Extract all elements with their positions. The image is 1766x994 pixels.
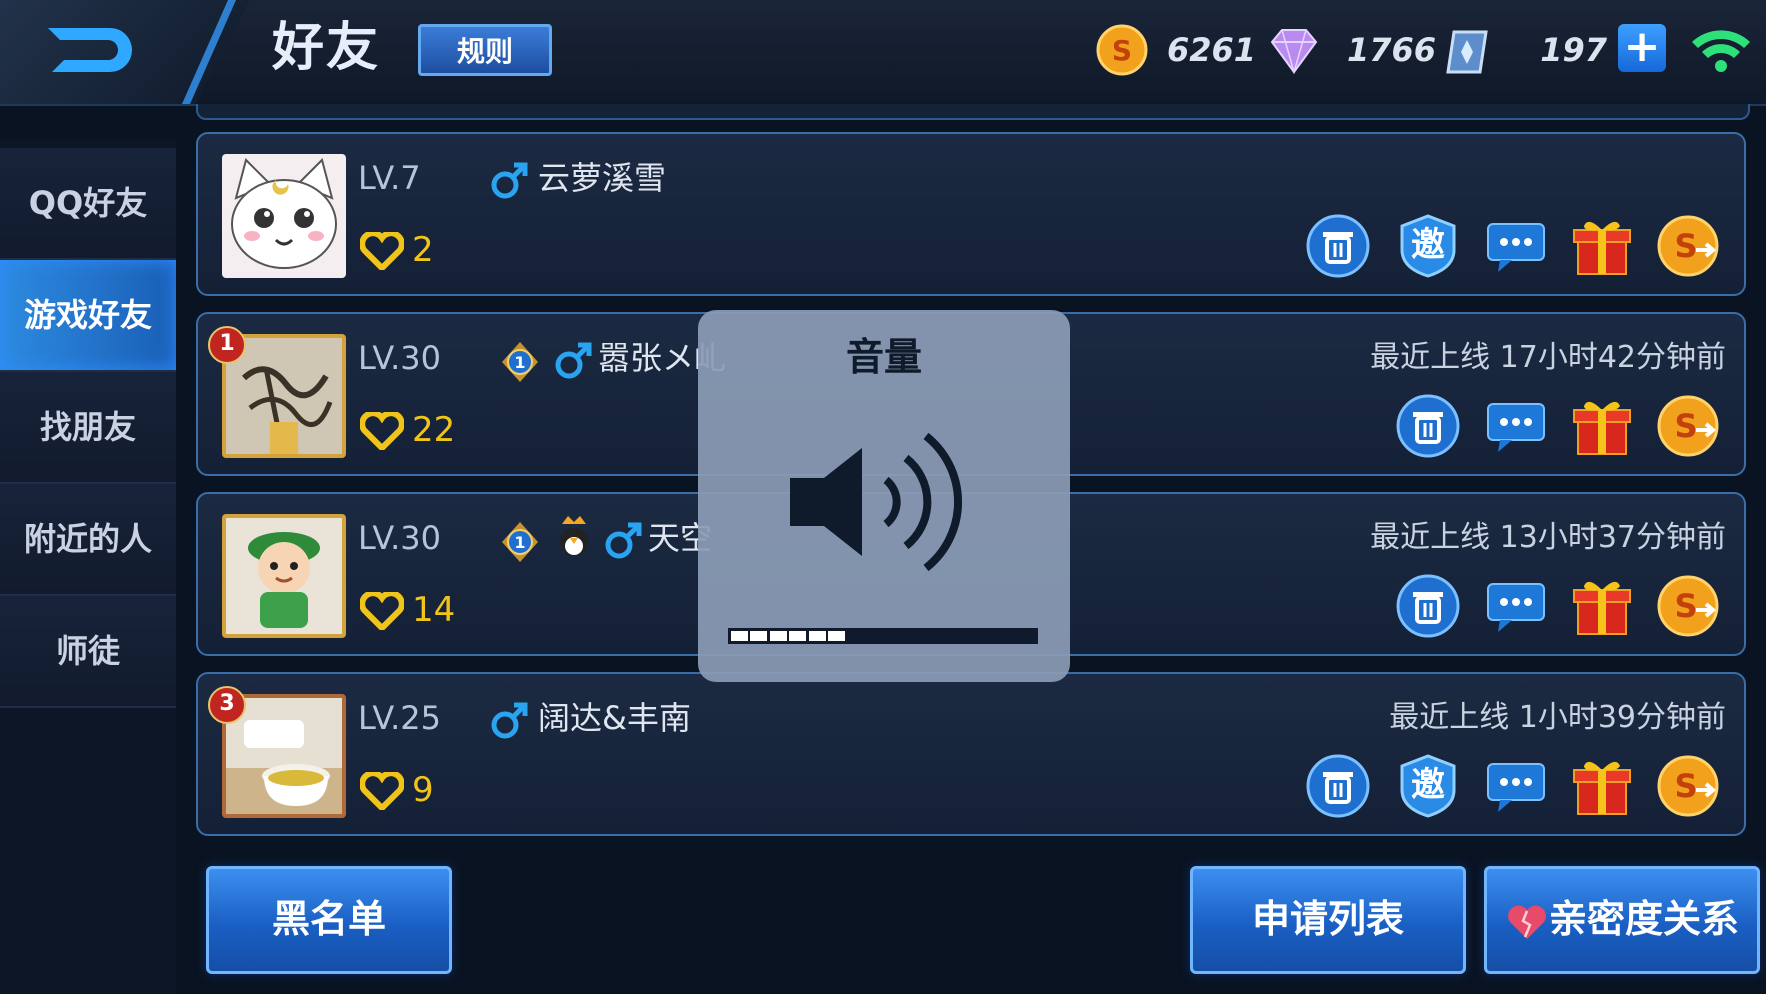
last-online-time: 最近上线 17小时42分钟前 bbox=[1370, 340, 1726, 375]
send-gold-icon[interactable]: S bbox=[1656, 214, 1720, 278]
friend-level: LV.30 bbox=[358, 519, 441, 557]
volume-overlay: 音量 bbox=[698, 310, 1070, 682]
speaker-volume-icon bbox=[790, 432, 963, 572]
volume-segment bbox=[769, 631, 787, 641]
delete-trash-icon[interactable] bbox=[1306, 754, 1370, 818]
penguin-badge-icon bbox=[560, 516, 588, 556]
heart-icon bbox=[360, 412, 404, 450]
recharge-plus-button[interactable]: + bbox=[1618, 24, 1666, 72]
last-online-time: 最近上线 1小时39分钟前 bbox=[1389, 700, 1726, 735]
male-gender-icon bbox=[491, 702, 528, 739]
diamond-currency: 1766 bbox=[1266, 20, 1442, 80]
volume-segment bbox=[750, 631, 768, 641]
heart-count: 9 bbox=[412, 770, 434, 810]
svg-text:S: S bbox=[1674, 587, 1697, 625]
chat-bubble-icon[interactable] bbox=[1484, 394, 1548, 458]
voucher-card-icon bbox=[1446, 30, 1488, 74]
send-gold-icon[interactable]: S bbox=[1656, 754, 1720, 818]
top-bar: 好友 规则 S 6261 1766 197 + bbox=[0, 0, 1766, 106]
sidebar-item-mentor[interactable]: 师徒 bbox=[0, 596, 176, 708]
page-title: 好友 bbox=[272, 18, 381, 78]
friend-name: 云萝溪雪 bbox=[538, 159, 667, 197]
voucher-amount: 197 bbox=[1540, 31, 1607, 69]
broken-heart-icon bbox=[1508, 905, 1546, 939]
gift-icon[interactable] bbox=[1570, 754, 1634, 818]
heart-count: 22 bbox=[412, 410, 456, 450]
gold-amount: 6261 bbox=[1166, 31, 1256, 69]
svg-text:S: S bbox=[1674, 407, 1697, 445]
friend-name: 阔达&丰南 bbox=[538, 699, 691, 737]
wifi-signal-icon bbox=[1692, 30, 1750, 72]
heart-count: 2 bbox=[412, 230, 434, 270]
volume-segment bbox=[731, 631, 748, 641]
male-gender-icon bbox=[491, 162, 528, 199]
gold-currency: S 6261 bbox=[1096, 20, 1266, 80]
volume-segment bbox=[808, 631, 826, 641]
gold-coin-icon: S bbox=[1096, 24, 1148, 76]
male-gender-icon bbox=[555, 342, 592, 379]
friend-row[interactable]: LV.7 2 云萝溪雪 邀 S bbox=[196, 132, 1746, 296]
delete-trash-icon[interactable] bbox=[1306, 214, 1370, 278]
send-gold-icon[interactable]: S bbox=[1656, 574, 1720, 638]
volume-segment bbox=[828, 631, 845, 641]
invite-label: 邀 bbox=[1411, 225, 1445, 265]
friend-level: LV.7 bbox=[358, 159, 421, 197]
delete-trash-icon[interactable] bbox=[1396, 394, 1460, 458]
svg-text:S: S bbox=[1674, 767, 1697, 805]
svg-text:S: S bbox=[1112, 34, 1132, 67]
cartoon-boy-avatar-image bbox=[226, 518, 342, 634]
gift-icon[interactable] bbox=[1570, 394, 1634, 458]
svg-text:1: 1 bbox=[514, 353, 525, 372]
friend-avatar[interactable] bbox=[222, 514, 346, 638]
send-gold-icon[interactable]: S bbox=[1656, 394, 1720, 458]
cat-avatar-image bbox=[222, 154, 346, 278]
volume-segment bbox=[789, 631, 807, 641]
volume-title: 音量 bbox=[845, 335, 922, 379]
rank-medal-icon: 1 bbox=[502, 522, 538, 562]
rank-badge: 3 bbox=[208, 686, 246, 724]
invite-button[interactable]: 邀 bbox=[1396, 754, 1460, 818]
tea-cup-avatar-image bbox=[226, 698, 342, 814]
sidebar-item-game-friends[interactable]: 游戏好友 bbox=[0, 260, 176, 372]
sidebar-item-nearby[interactable]: 附近的人 bbox=[0, 484, 176, 596]
heart-icon bbox=[360, 592, 404, 630]
header-divider bbox=[182, 0, 236, 104]
svg-text:S: S bbox=[1674, 227, 1697, 265]
intimacy-relations-label: 亲密度关系 bbox=[1548, 897, 1739, 941]
sidebar-item-find-friends[interactable]: 找朋友 bbox=[0, 372, 176, 484]
friend-level: LV.25 bbox=[358, 699, 441, 737]
volume-level-bar bbox=[728, 628, 1038, 644]
chat-bubble-icon[interactable] bbox=[1484, 754, 1548, 818]
diamond-icon bbox=[1270, 29, 1318, 74]
friend-row[interactable]: 3 LV.25 9 阔达&丰南 最近上线 1小时39分钟前 邀 S bbox=[196, 672, 1746, 836]
back-arrow-icon bbox=[48, 28, 132, 72]
svg-text:1: 1 bbox=[514, 533, 525, 552]
calligraphy-avatar-image bbox=[226, 338, 342, 454]
last-online-time: 最近上线 13小时37分钟前 bbox=[1370, 520, 1726, 555]
heart-count: 14 bbox=[412, 590, 456, 630]
chat-bubble-icon[interactable] bbox=[1484, 214, 1548, 278]
blacklist-button[interactable]: 黑名单 bbox=[206, 866, 452, 974]
friend-level: LV.30 bbox=[358, 339, 441, 377]
diamond-amount: 1766 bbox=[1346, 31, 1436, 69]
heart-icon bbox=[360, 232, 404, 270]
gift-icon[interactable] bbox=[1570, 214, 1634, 278]
rank-medal-icon: 1 bbox=[502, 342, 538, 382]
list-scroll-top bbox=[196, 104, 1750, 120]
invite-label: 邀 bbox=[1411, 765, 1445, 805]
rules-button[interactable]: 规则 bbox=[418, 24, 552, 76]
friend-avatar[interactable] bbox=[222, 154, 346, 278]
sidebar-item-qq-friends[interactable]: QQ好友 bbox=[0, 148, 176, 260]
male-gender-icon bbox=[605, 522, 642, 559]
rank-badge: 1 bbox=[208, 326, 246, 364]
gift-icon[interactable] bbox=[1570, 574, 1634, 638]
voucher-currency: 197 bbox=[1442, 20, 1612, 80]
sidebar: QQ好友 游戏好友 找朋友 附近的人 师徒 bbox=[0, 140, 176, 994]
invite-button[interactable]: 邀 bbox=[1396, 214, 1460, 278]
friend-requests-button[interactable]: 申请列表 bbox=[1190, 866, 1466, 974]
heart-icon bbox=[360, 772, 404, 810]
delete-trash-icon[interactable] bbox=[1396, 574, 1460, 638]
chat-bubble-icon[interactable] bbox=[1484, 574, 1548, 638]
intimacy-relations-button[interactable]: 亲密度关系 bbox=[1484, 866, 1760, 974]
